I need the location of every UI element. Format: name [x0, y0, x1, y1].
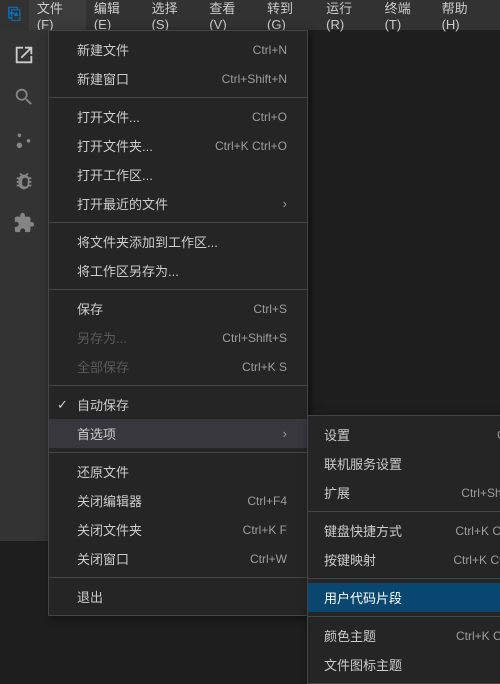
menu-item-new-window[interactable]: 新建窗口 Ctrl+Shift+N — [49, 64, 307, 93]
menu-goto[interactable]: 转到(G) — [259, 0, 318, 30]
menu-item-open-workspace[interactable]: 打开工作区... — [49, 160, 307, 189]
menu-item-open-folder[interactable]: 打开文件夹... Ctrl+K Ctrl+O — [49, 131, 307, 160]
menu-run[interactable]: 运行(R) — [318, 0, 376, 30]
menu-item-open-file[interactable]: 打开文件... Ctrl+O — [49, 102, 307, 131]
separator-2 — [49, 222, 307, 223]
menu-item-save-workspace[interactable]: 将工作区另存为... — [49, 256, 307, 285]
sidebar — [0, 30, 48, 541]
preferences-submenu: 设置 Ctrl+, 联机服务设置 扩展 Ctrl+Shift+X 键盘快捷方式 … — [307, 415, 500, 684]
submenu-item-file-icon-theme[interactable]: 文件图标主题 — [308, 650, 500, 679]
menu-item-close-editor[interactable]: 关闭编辑器 Ctrl+F4 — [49, 486, 307, 515]
submenu-item-keymaps[interactable]: 按键映射 Ctrl+K Ctrl+M — [308, 545, 500, 574]
sidebar-icon-source-control[interactable] — [7, 122, 41, 156]
menu-item-revert-file[interactable]: 还原文件 — [49, 457, 307, 486]
menu-item-exit[interactable]: 退出 — [49, 582, 307, 611]
submenu-item-online-services[interactable]: 联机服务设置 — [308, 449, 500, 478]
menu-item-save[interactable]: 保存 Ctrl+S — [49, 294, 307, 323]
menu-view[interactable]: 查看(V) — [201, 0, 259, 30]
sidebar-icon-explorer[interactable] — [7, 38, 41, 72]
submenu-item-user-snippets[interactable]: 用户代码片段 — [308, 583, 500, 612]
file-dropdown: 新建文件 Ctrl+N 新建窗口 Ctrl+Shift+N 打开文件... Ct… — [48, 30, 308, 616]
menu-file[interactable]: 文件(F) — [29, 0, 86, 30]
menu-select[interactable]: 选择(S) — [144, 0, 202, 30]
submenu-separator-2 — [308, 578, 500, 579]
menu-item-add-folder[interactable]: 将文件夹添加到工作区... — [49, 227, 307, 256]
submenu-separator-1 — [308, 511, 500, 512]
vscode-logo: ⎘ — [8, 6, 21, 24]
sidebar-icon-debug[interactable] — [7, 164, 41, 198]
menu-bar-items: 文件(F) 编辑(E) 选择(S) 查看(V) 转到(G) 运行(R) 终端(T… — [29, 0, 492, 30]
sidebar-icon-search[interactable] — [7, 80, 41, 114]
menu-item-new-file[interactable]: 新建文件 Ctrl+N — [49, 35, 307, 64]
separator-5 — [49, 452, 307, 453]
menu-item-close-folder[interactable]: 关闭文件夹 Ctrl+K F — [49, 515, 307, 544]
menu-item-open-recent[interactable]: 打开最近的文件 › — [49, 189, 307, 218]
menu-bar: ⎘ 文件(F) 编辑(E) 选择(S) 查看(V) 转到(G) 运行(R) 终端… — [0, 0, 500, 30]
submenu-separator-3 — [308, 616, 500, 617]
menu-item-preferences[interactable]: 首选项 › 设置 Ctrl+, 联机服务设置 扩展 Ctrl+Shift+X 键… — [49, 419, 307, 448]
submenu-item-extensions[interactable]: 扩展 Ctrl+Shift+X — [308, 478, 500, 507]
sidebar-icon-extensions[interactable] — [7, 206, 41, 240]
menu-item-save-as[interactable]: 另存为... Ctrl+Shift+S — [49, 323, 307, 352]
menu-edit[interactable]: 编辑(E) — [86, 0, 144, 30]
menu-terminal[interactable]: 终端(T) — [377, 0, 434, 30]
submenu-item-color-theme[interactable]: 颜色主题 Ctrl+K Ctrl+T — [308, 621, 500, 650]
menu-item-save-all[interactable]: 全部保存 Ctrl+K S — [49, 352, 307, 381]
separator-1 — [49, 97, 307, 98]
separator-6 — [49, 577, 307, 578]
submenu-item-settings[interactable]: 设置 Ctrl+, — [308, 420, 500, 449]
menu-help[interactable]: 帮助(H) — [434, 0, 492, 30]
menu-item-close-window[interactable]: 关闭窗口 Ctrl+W — [49, 544, 307, 573]
separator-3 — [49, 289, 307, 290]
separator-4 — [49, 385, 307, 386]
menu-item-auto-save[interactable]: ✓ 自动保存 — [49, 390, 307, 419]
